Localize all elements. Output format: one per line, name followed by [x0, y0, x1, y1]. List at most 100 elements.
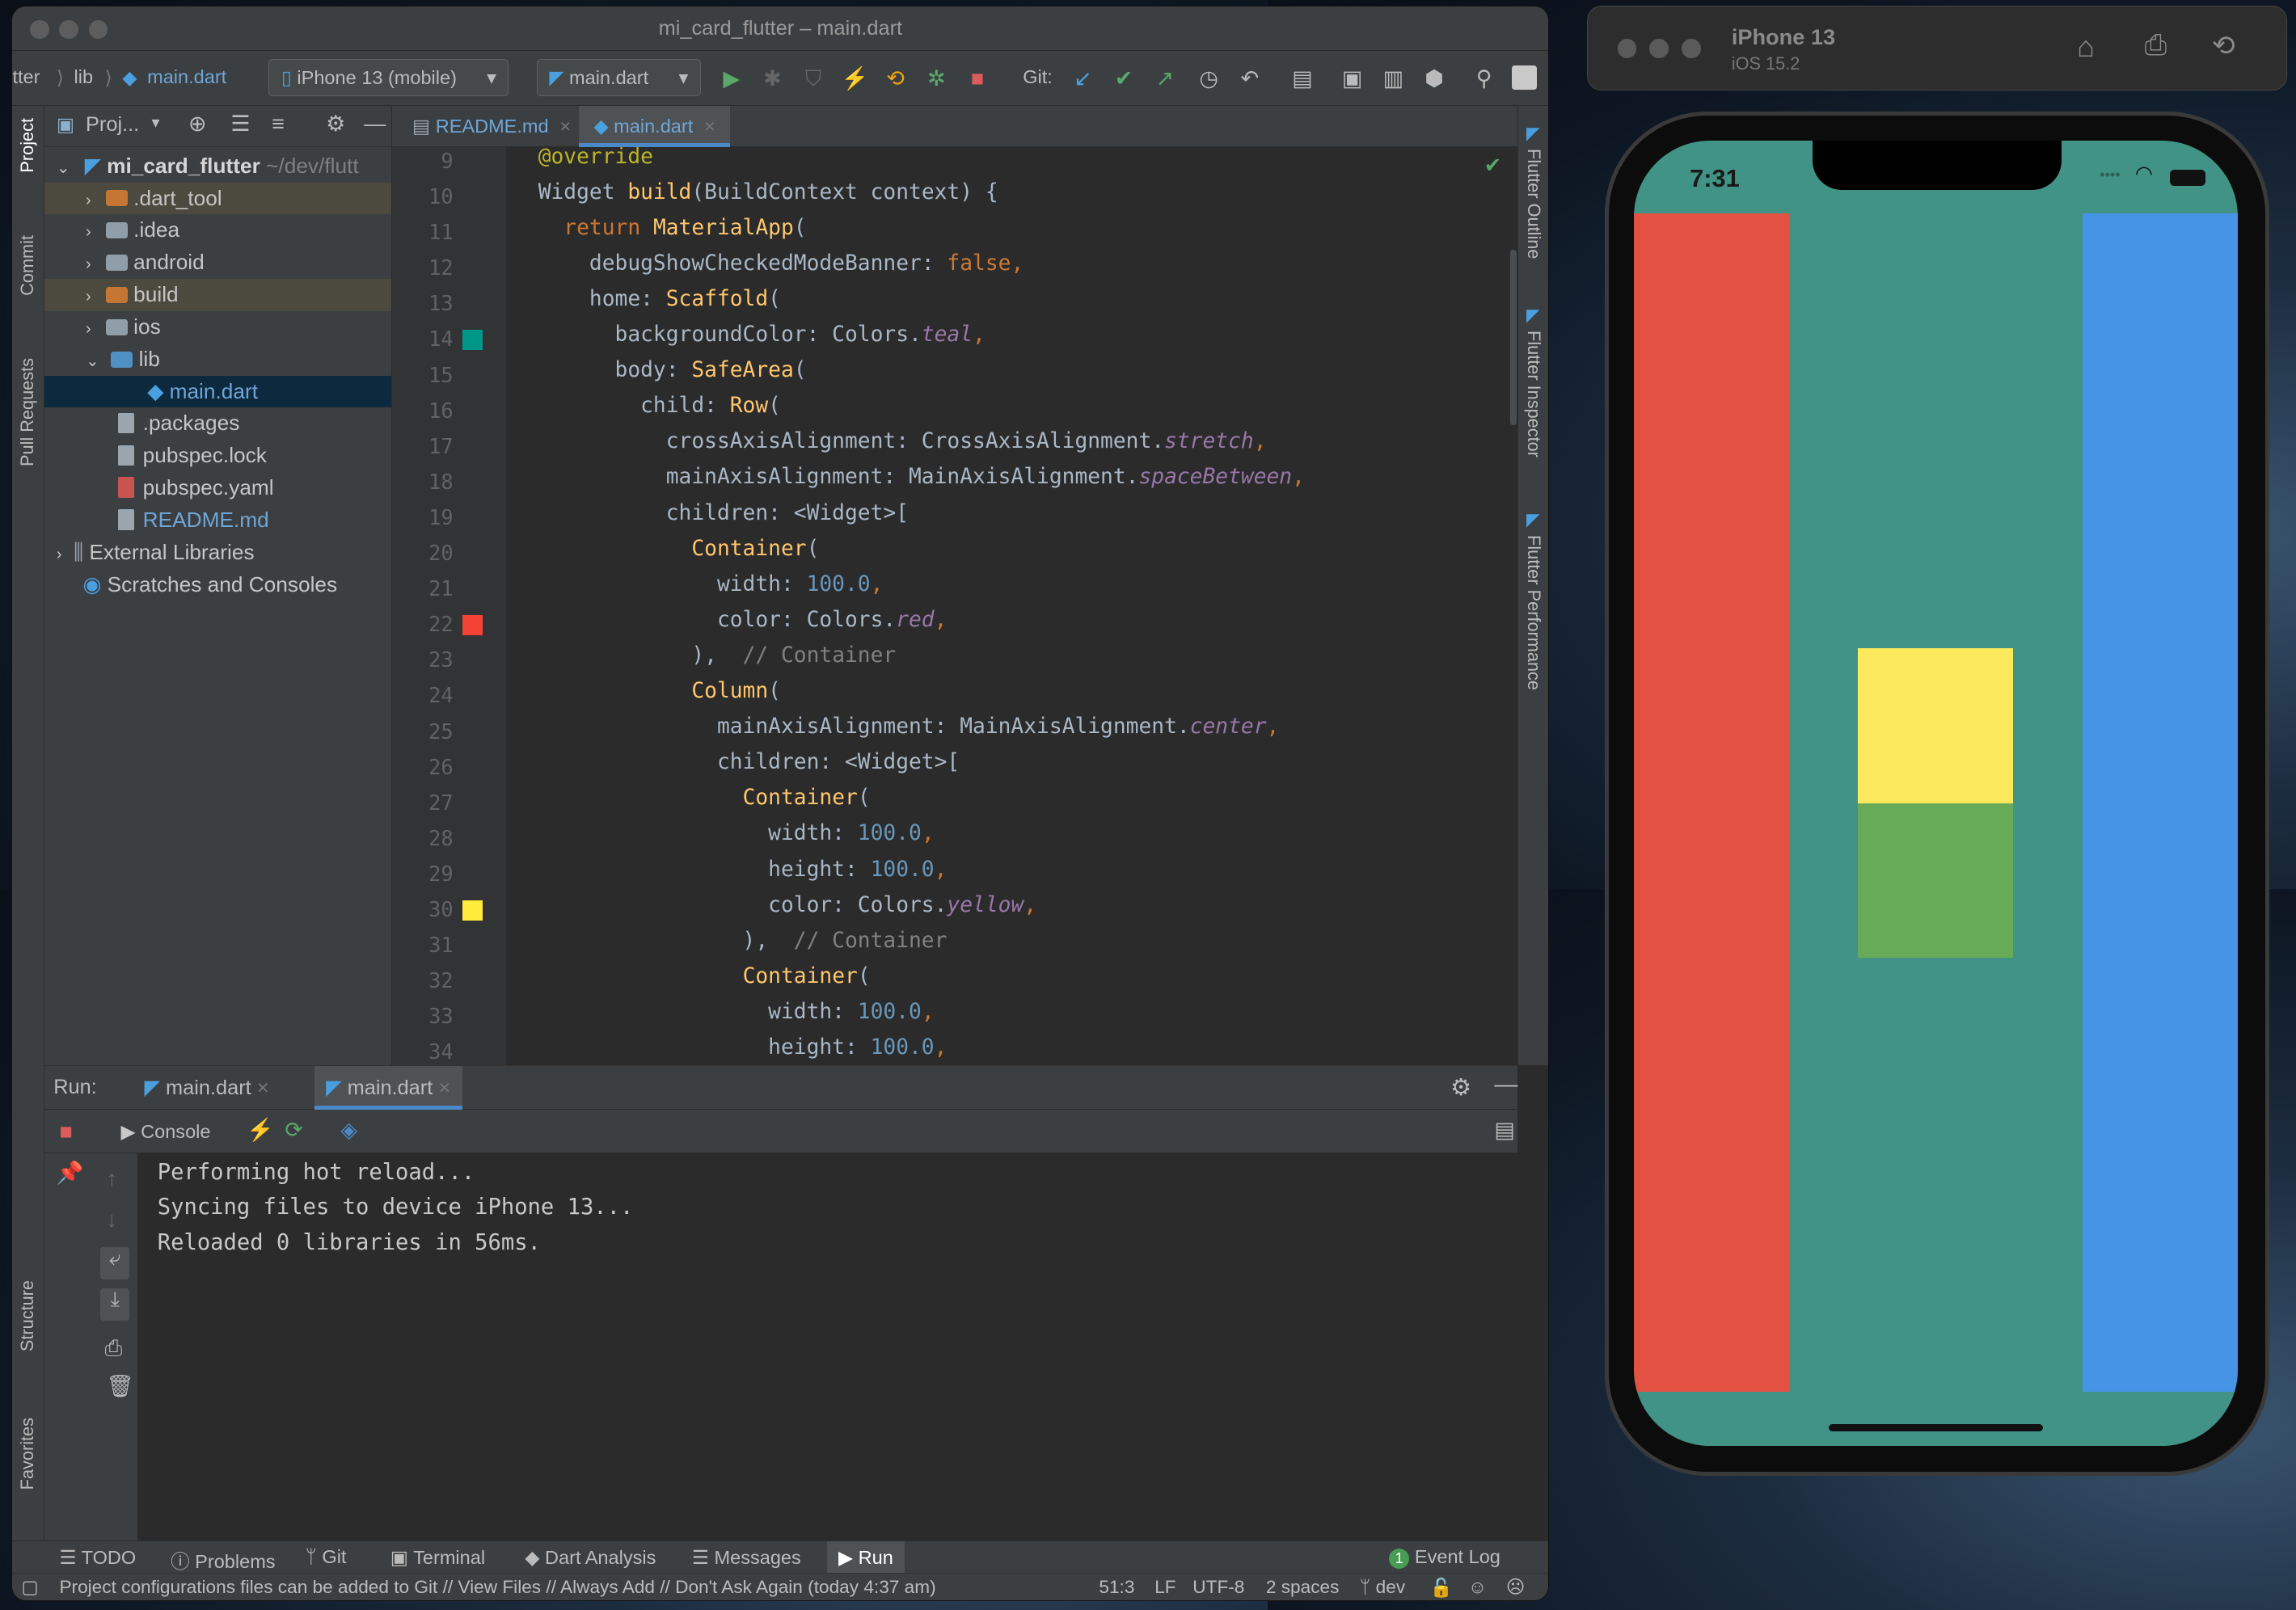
- line-number[interactable]: 24: [392, 683, 454, 707]
- run-tab-2[interactable]: ◤ main.dart ×: [314, 1065, 462, 1111]
- line-number[interactable]: 21: [392, 576, 454, 601]
- line-number[interactable]: 13: [392, 291, 454, 315]
- tree-item-pubspec-lock[interactable]: pubspec.lock: [44, 440, 390, 472]
- color-swatch[interactable]: [462, 614, 483, 636]
- tree-item-idea[interactable]: › .idea: [44, 214, 390, 247]
- smile-icon[interactable]: ☺: [1468, 1577, 1487, 1598]
- project-structure-icon[interactable]: ▤: [1289, 65, 1316, 92]
- locate-icon[interactable]: ⊕: [188, 111, 207, 137]
- line-number[interactable]: 10: [392, 184, 454, 209]
- tab-messages[interactable]: ☰ Messages: [692, 1546, 801, 1569]
- line-number[interactable]: 19: [392, 505, 454, 529]
- screenshot-icon[interactable]: ⎙: [2145, 30, 2167, 61]
- tab-flutter-performance[interactable]: ◤ Flutter Performance: [1523, 510, 1544, 690]
- layout-icon[interactable]: ▤: [1494, 1117, 1515, 1143]
- expand-all-icon[interactable]: ☰: [230, 111, 250, 137]
- close-icon[interactable]: ×: [438, 1077, 450, 1099]
- breadcrumb-file[interactable]: main.dart: [147, 66, 226, 88]
- git-branch[interactable]: ᛘ dev: [1360, 1577, 1405, 1598]
- run-tab-1[interactable]: ◤ main.dart ×: [133, 1066, 281, 1110]
- hot-restart-icon[interactable]: ⟳: [285, 1117, 303, 1143]
- tab-dart-analysis[interactable]: ◆ Dart Analysis: [525, 1546, 656, 1569]
- tab-favorites[interactable]: Favorites: [17, 1418, 38, 1490]
- project-view-selector[interactable]: Proj...: [86, 113, 139, 137]
- tree-item-pubspec-yaml[interactable]: pubspec.yaml: [44, 472, 390, 504]
- line-number[interactable]: 28: [392, 826, 454, 850]
- pin-icon[interactable]: 📌: [57, 1160, 84, 1186]
- line-number[interactable]: 17: [392, 434, 454, 458]
- line-number[interactable]: 23: [392, 647, 454, 672]
- line-number[interactable]: 9: [392, 149, 453, 173]
- tree-item-lib[interactable]: ⌄ lib: [44, 343, 390, 376]
- line-number[interactable]: 29: [392, 862, 454, 886]
- close-icon[interactable]: ×: [704, 116, 715, 137]
- tab-flutter-outline[interactable]: ◤ Flutter Outline: [1523, 124, 1544, 259]
- line-number[interactable]: 32: [392, 968, 454, 993]
- gear-icon[interactable]: ⚙: [326, 111, 345, 137]
- avd-icon[interactable]: ▥: [1380, 65, 1407, 92]
- arrow-down-icon[interactable]: ↓: [106, 1207, 117, 1233]
- print-icon[interactable]: ⎙: [105, 1335, 123, 1362]
- console-tab[interactable]: ▶ Console: [112, 1115, 220, 1147]
- tree-root[interactable]: ⌄ ◤ mi_card_flutter ~/dev/flutt: [44, 150, 390, 183]
- tab-flutter-inspector[interactable]: ◤ Flutter Inspector: [1523, 306, 1544, 457]
- hot-reload-icon[interactable]: ⚡: [247, 1117, 274, 1143]
- rollback-icon[interactable]: ↶: [1237, 65, 1264, 92]
- debug-icon[interactable]: ✱: [759, 65, 786, 92]
- gear-icon[interactable]: ⚙: [1450, 1073, 1471, 1102]
- tree-item-android[interactable]: › android: [44, 247, 390, 279]
- line-number[interactable]: 14: [392, 327, 454, 351]
- no-problems-check-icon[interactable]: ✔: [1484, 153, 1501, 178]
- git-update-icon[interactable]: ↙: [1070, 65, 1096, 92]
- tree-item-dart-tool[interactable]: › .dart_tool: [44, 182, 391, 215]
- tree-item-scratches[interactable]: ◉ Scratches and Consoles: [44, 569, 390, 601]
- run-config-selector[interactable]: ◤ main.dart ▾: [536, 59, 701, 96]
- tree-item-build[interactable]: › build: [44, 279, 391, 311]
- console-output[interactable]: Performing hot reload... Syncing files t…: [138, 1153, 1518, 1542]
- tree-item-ios[interactable]: › ios: [44, 311, 390, 343]
- tab-run[interactable]: ▶ Run: [826, 1541, 905, 1574]
- attach-icon[interactable]: ⛉: [800, 65, 827, 92]
- hide-icon[interactable]: —: [364, 111, 386, 137]
- tab-project[interactable]: Project: [17, 118, 38, 173]
- line-number[interactable]: 11: [392, 220, 454, 244]
- home-indicator[interactable]: [1829, 1424, 2043, 1432]
- line-number[interactable]: 31: [392, 933, 454, 957]
- breadcrumb-project[interactable]: tter: [12, 66, 40, 88]
- tree-item-main-dart[interactable]: ◆ main.dart: [44, 375, 391, 408]
- line-number[interactable]: 27: [392, 790, 454, 815]
- trash-icon[interactable]: 🗑: [106, 1373, 133, 1399]
- run-icon[interactable]: ▶: [718, 65, 745, 92]
- panel-toggle-icon[interactable]: ▢: [21, 1577, 38, 1598]
- line-number[interactable]: 25: [392, 719, 454, 744]
- tab-main-dart[interactable]: ◆ main.dart ×: [579, 106, 730, 148]
- line-number[interactable]: 34: [392, 1039, 454, 1064]
- tab-readme[interactable]: ▤ README.md ×: [398, 106, 585, 147]
- line-number[interactable]: 33: [392, 1004, 454, 1028]
- line-number[interactable]: 18: [392, 470, 454, 494]
- zoom-window-button[interactable]: [1682, 39, 1701, 58]
- editor-scrollbar[interactable]: [1510, 249, 1517, 426]
- scroll-to-end-icon[interactable]: ⤓: [100, 1288, 130, 1321]
- tab-terminal[interactable]: ▣ Terminal: [390, 1546, 485, 1569]
- soft-wrap-icon[interactable]: ⤶: [100, 1247, 130, 1280]
- line-number[interactable]: 20: [392, 541, 454, 565]
- close-icon[interactable]: ×: [257, 1077, 269, 1099]
- minimize-window-button[interactable]: [1649, 39, 1669, 58]
- line-number[interactable]: 30: [392, 897, 454, 921]
- bug-icon[interactable]: ✲: [923, 65, 950, 92]
- code-editor[interactable]: ✔ @override Widget build(BuildContext con…: [505, 147, 1518, 1065]
- avatar[interactable]: [1512, 65, 1537, 91]
- line-separator[interactable]: LF: [1154, 1577, 1175, 1598]
- line-number[interactable]: 12: [392, 255, 454, 280]
- devtools-icon[interactable]: ◈: [340, 1117, 357, 1143]
- tab-structure[interactable]: Structure: [17, 1280, 38, 1351]
- indent-setting[interactable]: 2 spaces: [1266, 1577, 1340, 1598]
- frown-icon[interactable]: ☹: [1506, 1577, 1526, 1598]
- tab-git[interactable]: ᛘ Git: [306, 1546, 347, 1568]
- hot-reload-icon[interactable]: ⚡: [842, 65, 869, 92]
- rotate-icon[interactable]: ⟲: [2212, 30, 2235, 62]
- device-manager-icon[interactable]: ▣: [1339, 65, 1365, 92]
- tree-item-external-libraries[interactable]: › ⫼ External Libraries: [44, 537, 390, 569]
- lock-icon[interactable]: 🔓: [1430, 1577, 1453, 1599]
